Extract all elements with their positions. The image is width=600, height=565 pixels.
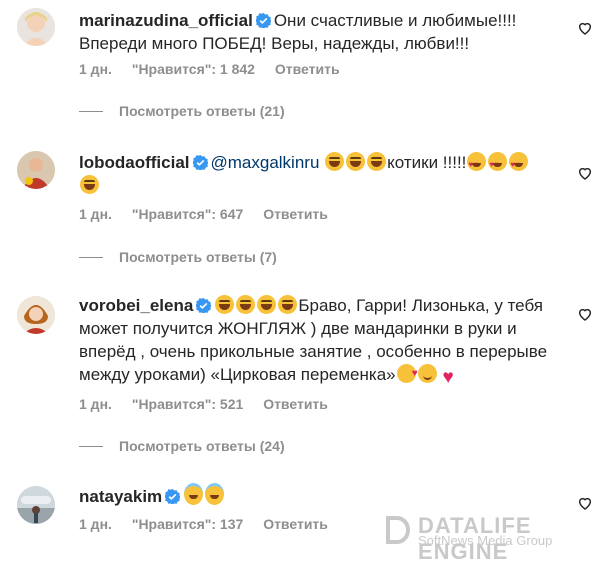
replies-divider	[79, 445, 103, 447]
view-replies-label: Посмотреть ответы (24)	[119, 438, 285, 454]
heart-outline-icon[interactable]	[577, 165, 593, 181]
comment-time[interactable]: 1 дн.	[79, 61, 112, 77]
comment-username[interactable]: vorobei_elena	[79, 296, 193, 315]
wink-emoji-icon	[417, 364, 437, 383]
verified-badge-icon	[191, 153, 209, 171]
view-replies-button[interactable]: Посмотреть ответы (24)	[79, 438, 285, 454]
watermark-subtitle: SoftNews Media Group	[418, 533, 553, 548]
verified-badge-icon	[254, 11, 272, 29]
comment-time[interactable]: 1 дн.	[79, 396, 112, 412]
comment-likes[interactable]: "Нравится": 1 842	[132, 61, 255, 77]
comment-text: Впереди много ПОБЕД! Веры, надежды, любв…	[79, 34, 470, 53]
laughing-emoji-icon	[367, 152, 387, 171]
halo-emoji-icon	[205, 483, 225, 505]
comment-username[interactable]: lobodaofficial	[79, 153, 190, 172]
comment-text: Они счастливые и любимые!!!!	[273, 11, 517, 30]
view-replies-button[interactable]: Посмотреть ответы (7)	[79, 249, 277, 265]
heart-outline-icon[interactable]	[577, 306, 593, 322]
comment-likes[interactable]: "Нравится": 647	[132, 206, 243, 222]
comment-time[interactable]: 1 дн.	[79, 206, 112, 222]
watermark-logo-icon	[384, 515, 410, 545]
laughing-emoji-icon	[215, 295, 235, 314]
laughing-emoji-icon	[257, 295, 277, 314]
verified-badge-icon	[195, 296, 213, 314]
view-replies-label: Посмотреть ответы (7)	[119, 249, 277, 265]
comment-username[interactable]: natayakim	[79, 487, 162, 506]
avatar[interactable]	[17, 296, 55, 334]
replies-divider	[79, 256, 103, 258]
reply-button[interactable]: Ответить	[263, 516, 328, 532]
watermark: DATALIFE ENGINE SoftNews Media Group	[384, 513, 594, 564]
heart-eyes-emoji-icon	[509, 152, 529, 176]
laughing-emoji-icon	[325, 152, 345, 171]
view-replies-button[interactable]: Посмотреть ответы (21)	[79, 103, 285, 119]
comment-likes[interactable]: "Нравится": 137	[132, 516, 243, 532]
heart-outline-icon[interactable]	[577, 20, 593, 36]
avatar[interactable]	[17, 151, 55, 189]
comment-likes[interactable]: "Нравится": 521	[132, 396, 243, 412]
red-heart-emoji-icon: ♥	[442, 367, 454, 388]
view-replies-label: Посмотреть ответы (21)	[119, 103, 285, 119]
comment-text: между уроками) «Цирковая переменка»	[79, 365, 396, 384]
laughing-emoji-icon	[236, 295, 256, 314]
avatar[interactable]	[17, 8, 55, 46]
comment-text: котики !!!!!	[387, 153, 467, 172]
reply-button[interactable]: Ответить	[263, 206, 328, 222]
comment-time[interactable]: 1 дн.	[79, 516, 112, 532]
laughing-emoji-icon	[80, 175, 99, 194]
heart-outline-icon[interactable]	[577, 495, 593, 511]
comment-text: вперёд , очень прикольные занятие , особ…	[79, 342, 548, 361]
heart-eyes-emoji-icon	[488, 152, 508, 176]
mention-link[interactable]: @maxgalkinru	[211, 153, 320, 172]
avatar[interactable]	[17, 486, 55, 524]
verified-badge-icon	[164, 487, 182, 505]
laughing-emoji-icon	[278, 295, 298, 314]
replies-divider	[79, 110, 103, 112]
comment-text: Браво, Гарри! Лизонька, у тебя	[298, 296, 544, 315]
halo-emoji-icon	[184, 483, 204, 505]
reply-button[interactable]: Ответить	[263, 396, 328, 412]
comment-username[interactable]: marinazudina_official	[79, 11, 253, 30]
comment-text: может получится ЖОНГЛЯЖ ) две мандаринки…	[79, 319, 517, 338]
heart-eyes-emoji-icon	[467, 152, 487, 176]
reply-button[interactable]: Ответить	[275, 61, 340, 77]
laughing-emoji-icon	[346, 152, 366, 171]
kiss-emoji-icon	[396, 362, 418, 385]
